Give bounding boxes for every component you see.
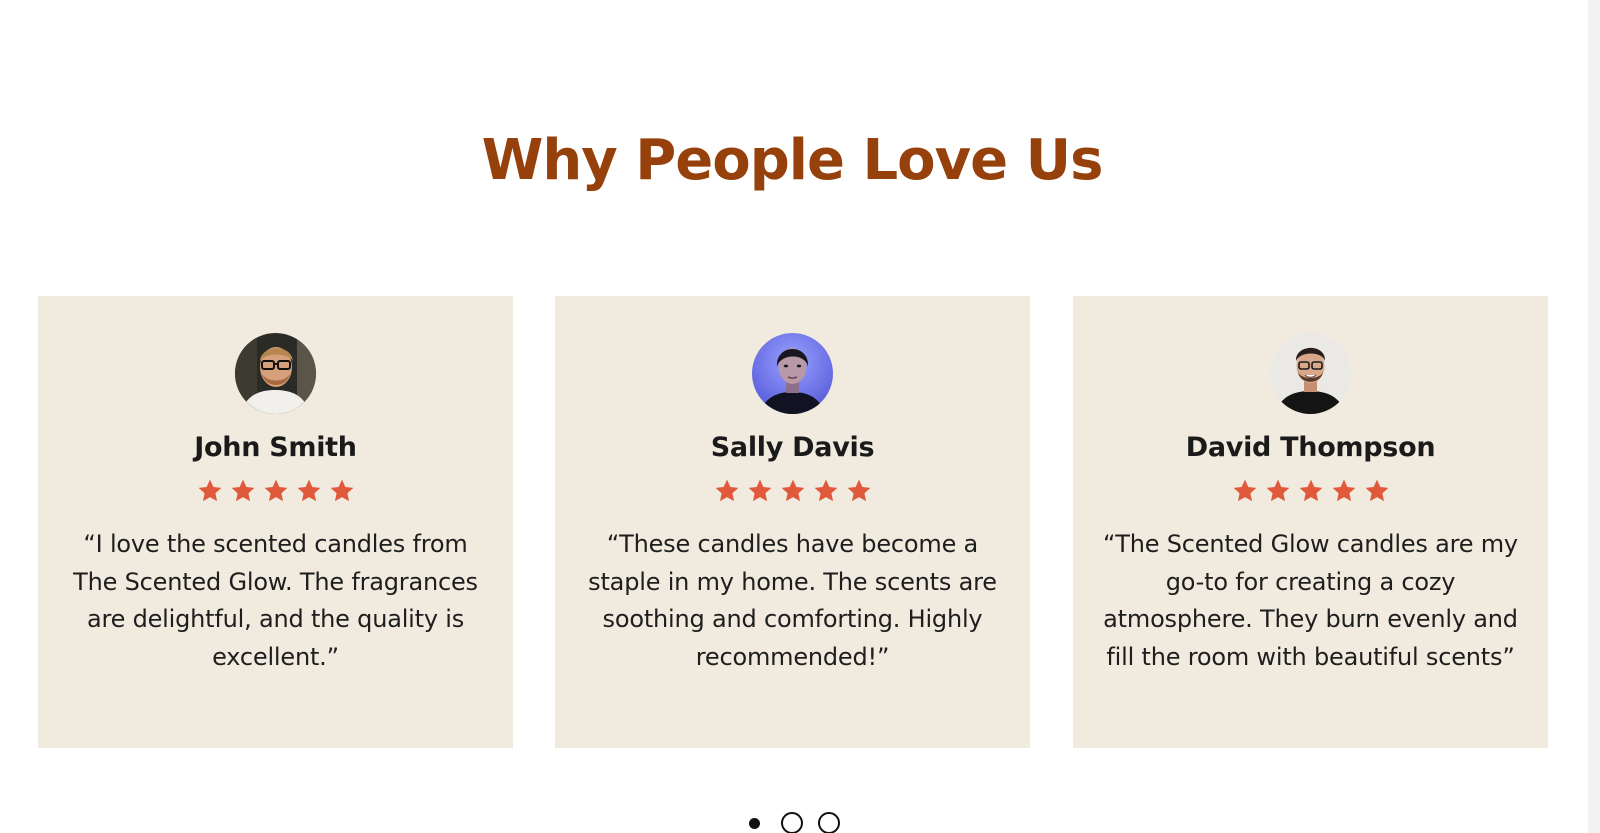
- star-icon: [1365, 479, 1388, 502]
- star-icon: [1299, 479, 1322, 502]
- star-rating: [38, 478, 513, 506]
- testimonial-card: Sally Davis “These candles have become a…: [555, 296, 1030, 748]
- reviewer-name: Sally Davis: [710, 432, 875, 463]
- star-icon: [330, 479, 353, 502]
- star-icon: [748, 479, 771, 502]
- pagination-dot-3[interactable]: [818, 812, 840, 833]
- star-rating: [1073, 478, 1548, 506]
- pagination-dot-1[interactable]: [749, 818, 760, 829]
- star-icon: [781, 479, 804, 502]
- star-icon: [297, 479, 320, 502]
- section-title: Why People Love Us: [481, 128, 1104, 193]
- star-icon: [814, 479, 837, 502]
- review-text: “I love the scented candles from The Sce…: [73, 530, 478, 671]
- testimonial-card: David Thompson “The Scented Glow candles…: [1073, 296, 1548, 748]
- woman-blue-light-photo: [752, 333, 833, 414]
- testimonial-carousel: John Smith “I love the scented candles f…: [38, 296, 1548, 748]
- avatar: [1270, 333, 1351, 414]
- star-icon: [1233, 479, 1256, 502]
- testimonials-page: Why People Love Us John Smith “I love th…: [0, 0, 1600, 833]
- star-icon: [1332, 479, 1355, 502]
- testimonial-card: John Smith “I love the scented candles f…: [38, 296, 513, 748]
- star-icon: [231, 479, 254, 502]
- reviewer-name: John Smith: [194, 432, 357, 463]
- review-text: “The Scented Glow candles are my go-to f…: [1103, 530, 1518, 671]
- smiling-man-photo: [1270, 333, 1351, 414]
- reviewer-name: David Thompson: [1185, 432, 1436, 463]
- star-icon: [715, 479, 738, 502]
- scrollbar-track[interactable]: [1588, 0, 1600, 833]
- star-icon: [264, 479, 287, 502]
- man-with-glasses-photo: [235, 333, 316, 414]
- pagination-dot-2[interactable]: [781, 812, 803, 833]
- avatar: [235, 333, 316, 414]
- review-text: “These candles have become a staple in m…: [588, 530, 997, 671]
- carousel-pagination: [744, 812, 854, 833]
- avatar: [752, 333, 833, 414]
- star-icon: [198, 479, 221, 502]
- star-icon: [1266, 479, 1289, 502]
- star-rating: [555, 478, 1030, 506]
- star-icon: [847, 479, 870, 502]
